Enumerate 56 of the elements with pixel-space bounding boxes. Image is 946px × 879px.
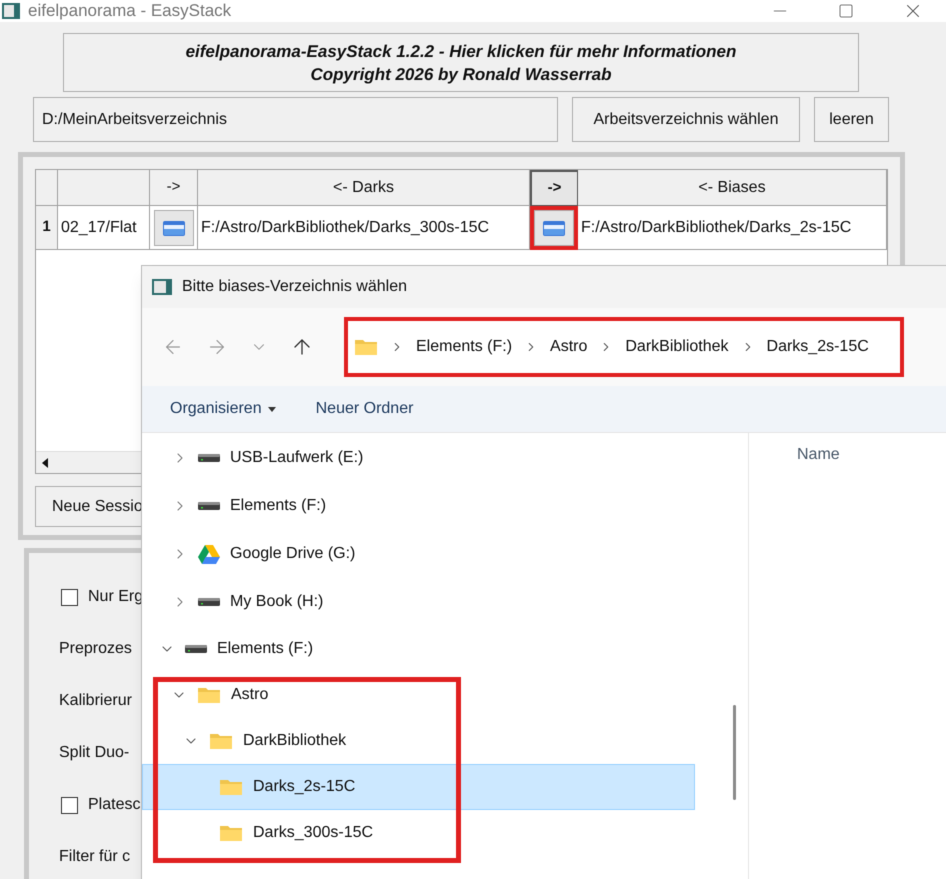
column-header: <- Darks (198, 170, 530, 206)
app-icon (2, 3, 20, 19)
folder-icon (219, 824, 243, 842)
tree-item[interactable]: Google Drive (G:) (142, 530, 721, 578)
row-number: 1 (36, 206, 58, 250)
clear-button[interactable]: leeren (814, 97, 889, 142)
breadcrumb-item[interactable]: Darks_2s-15C (766, 335, 869, 359)
folder-icon (542, 219, 566, 237)
option-label: Kalibrierur (59, 691, 132, 711)
drive-icon (198, 597, 220, 607)
assign-button[interactable]: -> (150, 170, 198, 206)
option-label: Preprozes (59, 639, 132, 659)
checkbox[interactable] (61, 796, 78, 814)
drive-icon (198, 501, 220, 511)
breadcrumb-item[interactable]: Elements (F:) (416, 335, 512, 359)
dialog-title: Bitte biases-Verzeichnis wählen (182, 277, 408, 297)
triangle-logo-icon (198, 544, 220, 564)
tree-item[interactable]: Astro (142, 672, 695, 718)
option-label: Split Duo- (59, 743, 130, 763)
tree-item[interactable]: Darks_2s-15C (142, 764, 695, 810)
organize-menu[interactable]: Organisieren (170, 397, 276, 421)
breadcrumb-bar[interactable]: Elements (F:) Astro DarkBibliothek Darks_2s-15C (344, 317, 904, 377)
choose-directory-button[interactable]: Arbeitsverzeichnis wählen (572, 97, 800, 142)
checkbox[interactable] (61, 588, 78, 606)
folder-icon (354, 338, 378, 356)
folder-icon (209, 732, 233, 750)
tree-item[interactable]: Darks_300s-15C (142, 810, 695, 856)
drive-icon (185, 644, 207, 654)
table-cell: F:/Astro/DarkBibliothek/Darks_300s-15C (198, 206, 530, 250)
option-label: Filter für c (59, 847, 130, 867)
info-button[interactable]: eifelpanorama-EasyStack 1.2.2 - Hier klicken für mehr Informationen Copyright 2026 by Ronald Wasserrab (63, 33, 859, 92)
folder-icon (219, 778, 243, 796)
option-label: Platesc (88, 795, 140, 815)
vertical-scrollbar[interactable] (733, 705, 736, 800)
window-title: eifelpanorama - EasyStack (28, 0, 232, 22)
column-header: <- Biases (578, 170, 887, 206)
app-icon (152, 279, 172, 295)
folder-icon (162, 218, 186, 236)
column-header: Name (797, 446, 840, 463)
maximize-icon[interactable] (838, 3, 854, 19)
table-cell: 02_17/Flat (58, 206, 150, 250)
tree-item[interactable]: My Book (H:) (142, 578, 721, 626)
new-folder-button[interactable]: Neuer Ordner (316, 397, 414, 421)
folder-button[interactable] (154, 210, 194, 246)
dropdown-icon (268, 406, 276, 412)
table-cell: F:/Astro/DarkBibliothek/Darks_2s-15C (578, 206, 887, 250)
tree-item[interactable]: DarkBibliothek (142, 718, 695, 764)
tree-item[interactable]: Elements (F:) (142, 626, 695, 672)
folder-button[interactable] (534, 210, 574, 246)
path-field[interactable]: D:/MeinArbeitsverzeichnis (33, 97, 558, 142)
drive-icon (198, 453, 220, 463)
tree-item[interactable]: USB-Laufwerk (E:) (142, 434, 721, 482)
breadcrumb-item[interactable]: DarkBibliothek (625, 335, 729, 359)
folder-icon (197, 686, 221, 704)
assign-button[interactable]: -> (530, 170, 578, 206)
breadcrumb-item[interactable]: Astro (550, 335, 588, 359)
